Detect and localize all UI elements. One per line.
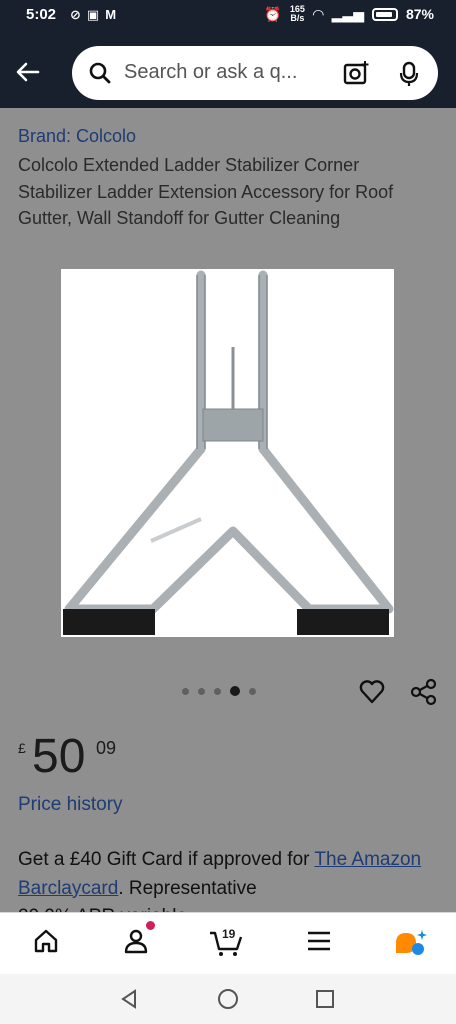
price-currency: £ <box>18 740 26 756</box>
ladder-stabilizer-image <box>63 270 394 635</box>
net-speed: 165 B/s <box>290 5 305 23</box>
product-image[interactable] <box>61 269 394 637</box>
carousel-dot[interactable] <box>214 687 221 695</box>
search-icon <box>89 62 111 84</box>
gift-card-text: Get a £40 Gift Card if approved for <box>18 849 315 870</box>
rufus-assistant-icon[interactable] <box>394 927 428 957</box>
alarm-icon: ⏰ <box>264 5 282 22</box>
product-title: Colcolo Extended Ladder Stabilizer Corne… <box>18 155 394 228</box>
carousel-dot[interactable] <box>198 687 205 695</box>
status-left-icons: ⊘ ▣ M <box>70 7 116 23</box>
nfc-icon: ▣ <box>86 7 100 22</box>
carousel-dot-active[interactable] <box>230 686 240 696</box>
camera-search-icon[interactable] <box>342 60 370 86</box>
brand-link[interactable]: Brand: Colcolo <box>18 126 136 147</box>
share-icon[interactable] <box>410 678 438 706</box>
gift-card-suffix: . Representative <box>118 877 257 899</box>
gmail-icon: M <box>105 7 117 22</box>
battery-icon <box>371 7 398 21</box>
system-back-icon[interactable] <box>118 988 140 1010</box>
status-right: ⏰ 165 B/s ◠ ▂▃▅ 87% <box>264 5 434 23</box>
price-fraction: 09 <box>96 738 117 758</box>
system-recents-icon[interactable] <box>314 988 336 1010</box>
carousel-dot[interactable] <box>249 687 256 695</box>
bottom-nav: 19 <box>0 912 456 974</box>
heart-icon[interactable] <box>358 678 386 706</box>
sync-icon: ⊘ <box>70 7 81 22</box>
signal-icon: ▂▃▅ <box>331 5 364 22</box>
menu-icon[interactable] <box>306 927 332 955</box>
price-history-link[interactable]: Price history <box>18 794 123 816</box>
microphone-icon[interactable] <box>398 60 420 88</box>
search-bar[interactable]: Search or ask a q... <box>72 46 438 100</box>
cart-count: 19 <box>222 927 236 941</box>
notification-badge <box>146 921 155 930</box>
app-header: 5:02 ⊘ ▣ M ⏰ 165 B/s ◠ ▂▃▅ 87% Search or… <box>0 0 456 108</box>
net-speed-unit: B/s <box>290 13 305 23</box>
status-bar: 5:02 ⊘ ▣ M ⏰ 165 B/s ◠ ▂▃▅ 87% <box>0 0 456 30</box>
system-home-icon[interactable] <box>216 987 240 1011</box>
wifi-icon: ◠ <box>312 5 324 22</box>
account-icon[interactable] <box>122 927 150 955</box>
carousel-dot[interactable] <box>182 687 189 695</box>
battery-percent: 87% <box>405 6 434 22</box>
search-input[interactable]: Search or ask a q... <box>124 61 297 84</box>
image-carousel-indicator[interactable] <box>182 686 256 696</box>
home-icon[interactable] <box>32 927 60 955</box>
price-whole: 50 <box>32 730 86 783</box>
status-time: 5:02 <box>26 6 57 23</box>
system-nav-bar <box>0 974 456 1024</box>
back-arrow-icon[interactable] <box>14 58 42 86</box>
gift-card-offer: Get a £40 Gift Card if approved for The … <box>18 846 438 913</box>
